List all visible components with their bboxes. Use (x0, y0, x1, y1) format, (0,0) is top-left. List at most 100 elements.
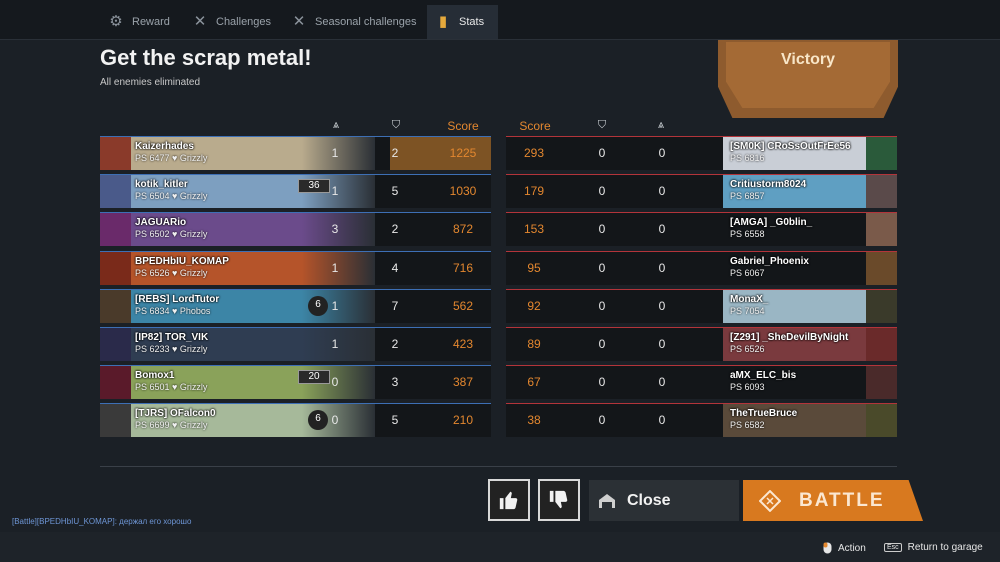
player-name: [AMGA] _G0blin_ (730, 217, 813, 229)
divider (100, 466, 897, 467)
avatar (866, 175, 897, 209)
player-name: MonaX_ (730, 293, 769, 305)
tab-stats[interactable]: ▮ Stats (427, 5, 498, 39)
avatar (866, 251, 897, 285)
player-power-score: PS 6526 ♥ Grizzly (135, 268, 207, 278)
stats-book-icon: ▮ (438, 13, 448, 30)
player-row-ally[interactable]: BPEDHbIU_KOMAP PS 6526 ♥ Grizzly 1 4 716 (100, 250, 491, 285)
player-name: [Z291] _SheDevilByNight (730, 332, 849, 343)
score-column-header: Score (447, 119, 479, 133)
kills-value: 0 (658, 184, 666, 199)
player-row-ally[interactable]: [IP82] TOR_VIK PS 6233 ♥ Grizzly 1 2 423 (100, 327, 491, 361)
assists-value: 5 (391, 413, 399, 428)
action-hint[interactable]: Action (823, 542, 866, 554)
player-row-ally[interactable]: Bomox1 PS 6501 ♥ Grizzly 20 0 3 387 (100, 365, 491, 400)
kills-value: 1 (331, 184, 339, 199)
player-row-enemy[interactable]: [AMGA] _G0blin_ PS 6558 153 0 0 (506, 212, 897, 247)
score-value: 716 (452, 260, 474, 275)
player-power-score: PS 6233 ♥ Grizzly (135, 344, 207, 354)
player-row-ally[interactable]: [REBS] LordTutor PS 6834 ♥ Phobos 6 1 7 562 (100, 288, 491, 323)
kills-value: 0 (658, 413, 666, 428)
score-value: 293 (523, 146, 545, 160)
dislike-button[interactable] (538, 479, 580, 521)
player-row-ally[interactable]: [TJRS] OFalcon0 PS 6699 ♥ Grizzly 6 0 5 210 (100, 403, 491, 438)
vehicle-name: Grizzly (179, 382, 208, 393)
kills-value: 0 (331, 375, 339, 390)
player-row-enemy[interactable]: aMX_ELC_bis PS 6093 67 0 0 (506, 365, 897, 400)
player-row-enemy[interactable]: Gabriel_Phoenix PS 6067 95 0 0 (506, 250, 897, 285)
result-label: Victory (781, 51, 835, 68)
avatar (100, 366, 131, 400)
assists-value: 0 (598, 413, 606, 428)
player-row-enemy[interactable]: MonaX_ PS 7054 92 0 0 (506, 288, 897, 323)
tab-seasonal-challenges[interactable]: ✕ Seasonal challenges (283, 5, 425, 39)
assists-value: 0 (598, 375, 606, 390)
score-value: 89 (527, 337, 541, 351)
avatar (100, 137, 131, 170)
player-name: [SM0K] CRoSsOutFrEe56 (730, 141, 851, 152)
avatar (100, 251, 131, 285)
power-score: PS 6501 (135, 382, 170, 393)
player-name: [REBS] LordTutor (135, 293, 220, 305)
player-row-ally[interactable]: Kaizerhades PS 6477 ♥ Grizzly 1 2 1225 (100, 136, 491, 170)
score-value: 95 (527, 260, 541, 275)
avatar (100, 289, 131, 323)
assists-value: 2 (391, 146, 399, 160)
esc-key-icon: Esc (884, 543, 902, 552)
player-row-enemy[interactable]: [SM0K] CRoSsOutFrEe56 PS 6816 293 0 0 (506, 136, 897, 170)
page-title: Get the scrap metal! (100, 45, 312, 70)
player-power-score: PS 6501 ♥ Grizzly (135, 382, 207, 392)
player-name: BPEDHbIU_KOMAP (135, 255, 229, 267)
return-to-garage-hint[interactable]: Esc Return to garage (884, 542, 983, 553)
player-row-enemy[interactable]: [Z291] _SheDevilByNight PS 6526 89 0 0 (506, 327, 897, 361)
power-score: PS 6699 (135, 420, 170, 431)
kills-value: 1 (331, 337, 339, 351)
assists-value: 0 (598, 146, 606, 160)
player-row-enemy[interactable]: TheTrueBruce PS 6582 38 0 0 (506, 403, 897, 438)
crossed-swords-icon: ✕ (292, 13, 306, 30)
heart-icon: ♥ (169, 229, 180, 240)
power-score: PS 6504 (135, 191, 170, 202)
tab-bar: ⚙ Reward ✕ Challenges ✕ Seasonal challen… (0, 0, 1000, 40)
player-row-ally[interactable]: kotik_kitler PS 6504 ♥ Grizzly 36 1 5 1030 (100, 174, 491, 209)
assists-value: 4 (391, 260, 399, 275)
player-row-enemy[interactable]: Critiustorm8024 PS 6857 179 0 0 (506, 174, 897, 209)
kills-value: 0 (331, 413, 339, 428)
player-row-ally[interactable]: JAGUARio PS 6502 ♥ Grizzly 3 2 872 (100, 212, 491, 247)
player-name: Gabriel_Phoenix (730, 255, 809, 267)
close-label: Close (627, 491, 671, 509)
player-power-score: PS 6699 ♥ Grizzly (135, 420, 207, 430)
player-power-score: PS 7054 (730, 305, 765, 316)
kills-value: 1 (331, 260, 339, 275)
battle-button[interactable]: BATTLE (743, 480, 923, 521)
close-button[interactable]: Close (589, 480, 739, 521)
score-value: 423 (452, 337, 474, 351)
tab-challenges[interactable]: ✕ Challenges (184, 5, 279, 39)
tab-reward[interactable]: ⚙ Reward (100, 5, 178, 39)
battle-label: BATTLE (799, 489, 885, 511)
kills-value: 0 (658, 298, 666, 313)
kills-value: 0 (658, 260, 666, 275)
score-value: 210 (452, 413, 474, 428)
heart-icon: ♥ (169, 191, 180, 202)
score-value: 92 (527, 298, 541, 313)
kills-value: 0 (658, 222, 666, 237)
battle-icon (759, 489, 781, 512)
player-name: [IP82] TOR_VIK (135, 332, 209, 343)
player-power-score: PS 6502 ♥ Grizzly (135, 229, 207, 239)
avatar (866, 366, 897, 400)
power-score: PS 6233 (135, 344, 170, 354)
avatar (100, 404, 131, 438)
kills-value: 3 (331, 222, 339, 237)
score-column-header-enemy: Score (519, 119, 551, 133)
player-name: Critiustorm8024 (730, 179, 807, 191)
avatar (866, 328, 897, 361)
tab-label: Challenges (216, 16, 272, 28)
power-score: PS 6502 (135, 229, 170, 240)
vehicle-name: Phobos (179, 305, 211, 316)
power-score: PS 6477 (135, 153, 170, 163)
avatar (866, 213, 897, 247)
player-power-score: PS 6558 (730, 229, 765, 240)
like-button[interactable] (488, 479, 530, 521)
tab-label: Stats (459, 16, 485, 28)
